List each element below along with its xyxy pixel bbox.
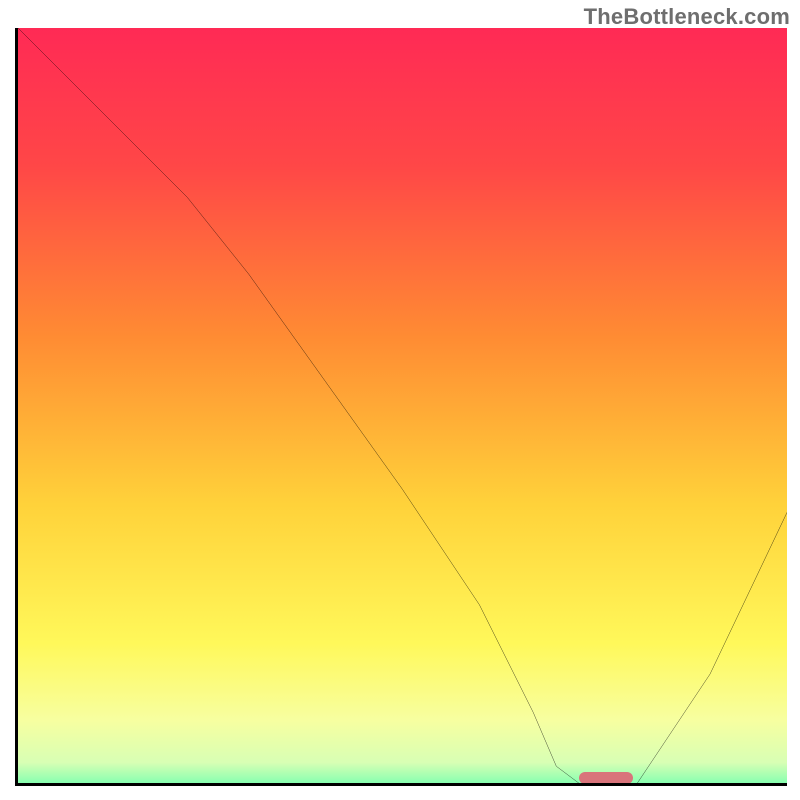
optimal-marker — [579, 772, 633, 784]
plot-area — [15, 28, 787, 786]
bottleneck-curve — [18, 28, 787, 786]
curve-layer — [18, 28, 787, 786]
chart-frame: TheBottleneck.com — [0, 0, 800, 800]
watermark-text: TheBottleneck.com — [584, 4, 790, 30]
